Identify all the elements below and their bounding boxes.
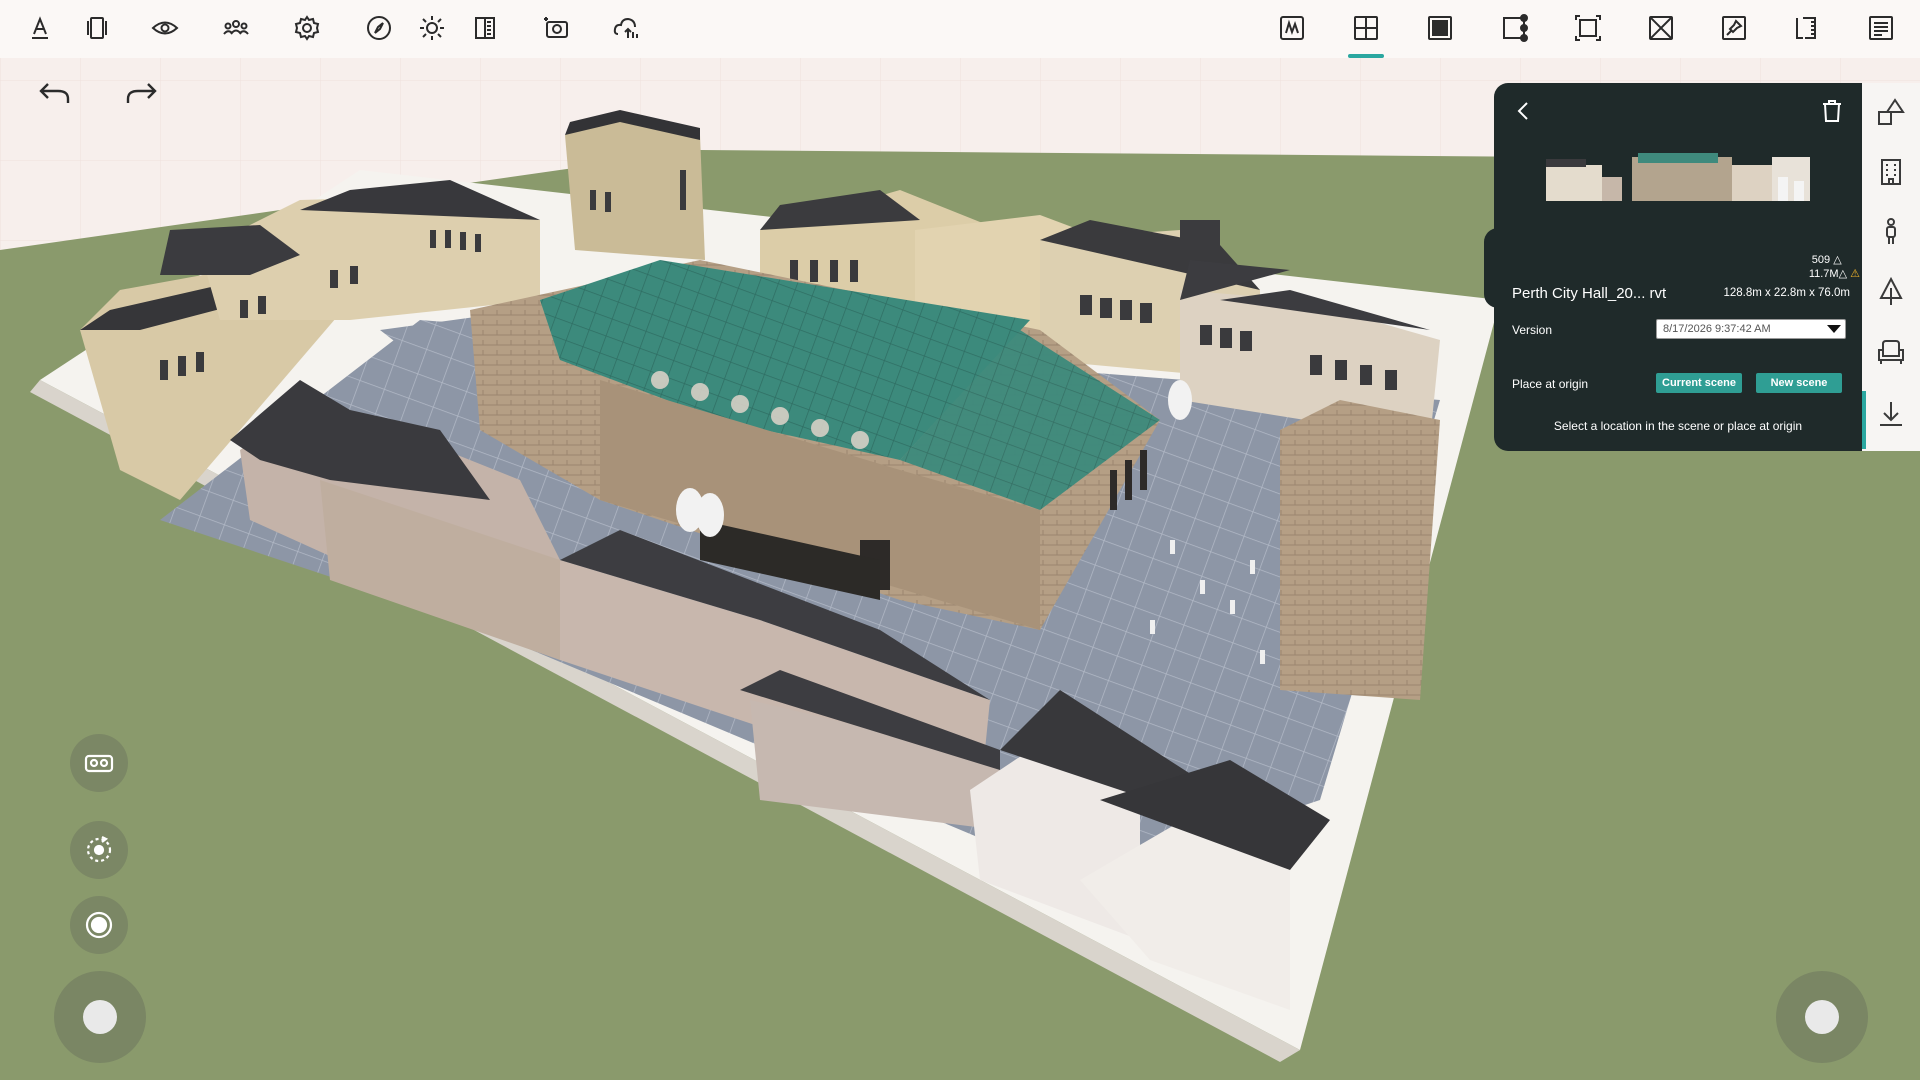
camera-capture-icon[interactable] bbox=[537, 8, 577, 48]
file-name: Perth City Hall_20... rvt bbox=[1512, 285, 1667, 302]
add-object-icon[interactable] bbox=[1346, 8, 1386, 48]
layers-icon[interactable] bbox=[77, 8, 117, 48]
cloud-upload-icon[interactable] bbox=[606, 8, 646, 48]
model-import-panel: 509 △ 11.7M△ ⚠ Perth City Hall_20... rvt… bbox=[1494, 83, 1862, 451]
section-icon[interactable] bbox=[465, 8, 505, 48]
fill-square-icon[interactable] bbox=[1420, 8, 1460, 48]
eye-icon[interactable] bbox=[145, 8, 185, 48]
active-tab-indicator bbox=[1348, 54, 1384, 58]
move-joystick[interactable] bbox=[54, 971, 146, 1063]
rail-active-indicator bbox=[1862, 391, 1866, 449]
shapes-icon[interactable] bbox=[1872, 93, 1910, 131]
place-at-origin-label: Place at origin bbox=[1512, 377, 1589, 391]
version-label: Version bbox=[1512, 323, 1553, 337]
measure-icon[interactable] bbox=[1787, 8, 1827, 48]
report-icon[interactable] bbox=[1861, 8, 1901, 48]
joystick-knob[interactable] bbox=[1805, 1000, 1839, 1034]
version-value: 8/17/2026 9:37:42 AM bbox=[1663, 323, 1771, 335]
node-edit-icon[interactable] bbox=[1494, 8, 1534, 48]
redo-button[interactable] bbox=[114, 74, 170, 114]
version-select[interactable]: 8/17/2026 9:37:42 AM bbox=[1656, 319, 1846, 339]
transform-icon[interactable] bbox=[1568, 8, 1608, 48]
joystick-knob[interactable] bbox=[83, 1000, 117, 1034]
armchair-icon[interactable] bbox=[1872, 333, 1910, 371]
placement-hint: Select a location in the scene or place … bbox=[1553, 419, 1803, 433]
current-scene-button[interactable]: Current scene bbox=[1656, 373, 1742, 393]
undo-button[interactable] bbox=[26, 74, 82, 114]
record-button[interactable] bbox=[70, 896, 128, 954]
warning-icon: ⚠ bbox=[1850, 268, 1860, 280]
chevron-down-icon bbox=[1827, 325, 1841, 333]
sketch-icon[interactable] bbox=[1272, 8, 1312, 48]
model-dimensions: 128.8m x 22.8m x 76.0m bbox=[1723, 287, 1850, 299]
sun-icon[interactable] bbox=[412, 8, 452, 48]
delete-box-icon[interactable] bbox=[1641, 8, 1681, 48]
compass-icon[interactable] bbox=[359, 8, 399, 48]
look-joystick[interactable] bbox=[1776, 971, 1868, 1063]
tree-icon[interactable] bbox=[1872, 273, 1910, 311]
triangle-icon: △ bbox=[1838, 268, 1848, 280]
back-button[interactable] bbox=[1510, 97, 1538, 125]
person-icon[interactable] bbox=[1872, 213, 1910, 251]
download-icon[interactable] bbox=[1872, 395, 1910, 433]
settings-gear-icon[interactable] bbox=[287, 8, 327, 48]
stats-line-1: 509 bbox=[1811, 254, 1831, 266]
building-icon[interactable] bbox=[1872, 153, 1910, 191]
polygon-stats: 509 △ 11.7M△ ⚠ bbox=[1809, 253, 1860, 281]
top-toolbar bbox=[0, 0, 1920, 58]
triangle-icon: △ bbox=[1833, 254, 1842, 266]
orbit-button[interactable] bbox=[70, 821, 128, 879]
vr-headset-button[interactable] bbox=[70, 734, 128, 792]
delete-button[interactable] bbox=[1818, 97, 1846, 125]
pin-icon[interactable] bbox=[1714, 8, 1754, 48]
new-scene-button[interactable]: New scene bbox=[1756, 373, 1842, 393]
people-icon[interactable] bbox=[216, 8, 256, 48]
stats-line-2: 11.7M bbox=[1808, 268, 1839, 280]
model-thumbnail bbox=[1542, 147, 1814, 203]
text-style-icon[interactable] bbox=[20, 8, 60, 48]
asset-category-rail bbox=[1862, 83, 1920, 451]
